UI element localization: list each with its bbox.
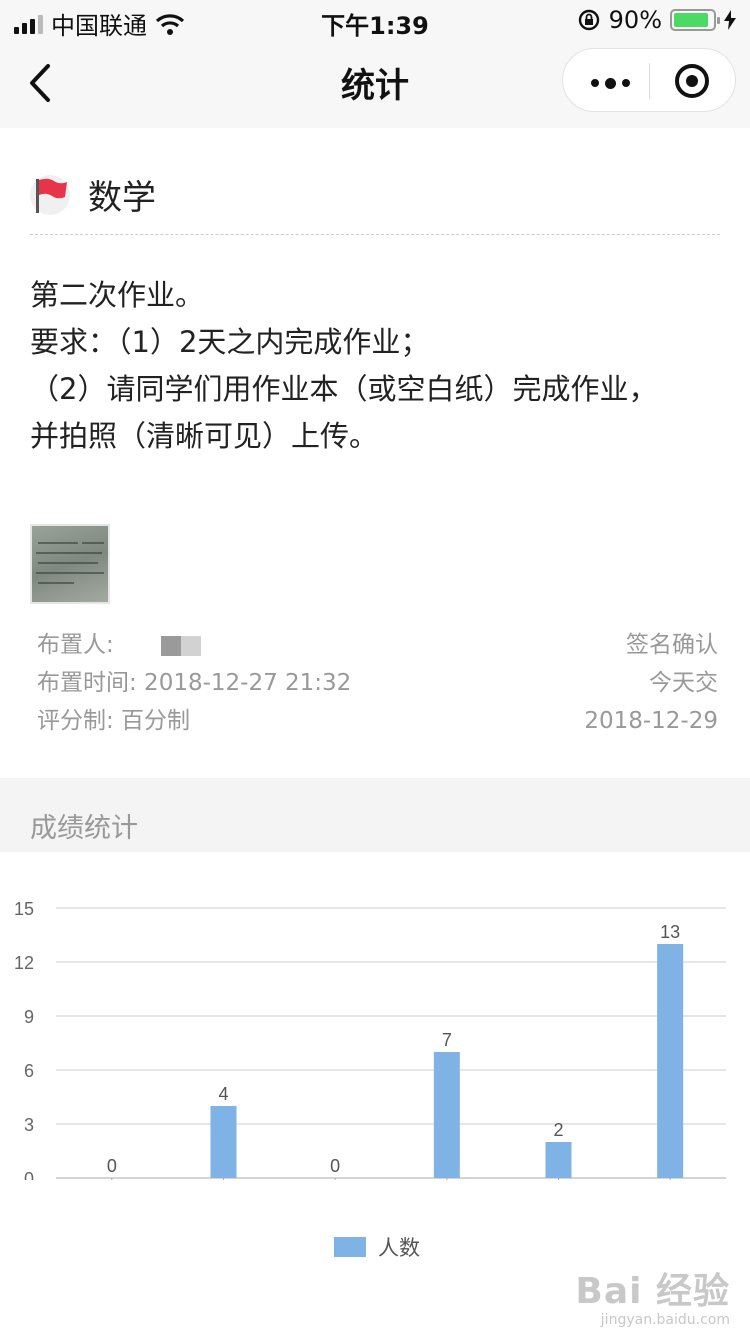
description-line: 并拍照（清晰可见）上传。 (30, 419, 379, 453)
score-bar-chart: 03691215060以下460-69070-79780-89290-99131… (14, 899, 726, 1180)
navigation-bar: 统计 (0, 40, 750, 128)
data-label: 4 (218, 1084, 228, 1104)
charging-bolt-icon (724, 10, 736, 30)
assign-time: 布置时间: 2018-12-27 21:32 (37, 670, 352, 696)
y-tick-label: 0 (24, 1169, 34, 1180)
watermark: Bai 经验 jingyan.baidu.com (575, 1262, 730, 1328)
battery-percent: 90% (608, 6, 662, 34)
chart-legend[interactable]: 人数 (334, 1232, 420, 1262)
divider (30, 234, 720, 235)
assignment-meta: 布置人: 签名确认 布置时间: 2018-12-27 21:32 今天交 评分制… (37, 626, 718, 740)
assignment-description: 第二次作业。 要求：（1）2天之内完成作业； （2）请同学们用作业本（或空白纸）… (30, 272, 657, 460)
attachment-thumbnail[interactable] (30, 524, 110, 604)
y-tick-label: 3 (24, 1115, 34, 1135)
miniprogram-capsule (562, 48, 736, 112)
data-label: 7 (442, 1030, 452, 1050)
bar (545, 1142, 572, 1178)
watermark-logo: Bai 经验 (575, 1271, 730, 1312)
description-line: （2）请同学们用作业本（或空白纸）完成作业， (30, 372, 658, 406)
capsule-divider (649, 63, 650, 99)
status-bar: 中国联通 下午1:39 90% (0, 0, 750, 40)
due-date: 2018-12-29 (584, 708, 718, 734)
y-tick-label: 15 (14, 899, 34, 919)
due-label: 今天交 (649, 670, 718, 696)
battery-icon (670, 9, 720, 31)
data-label: 2 (553, 1120, 563, 1140)
description-line: 要求：（1）2天之内完成作业； (30, 325, 430, 359)
flag-icon (30, 174, 70, 215)
orientation-lock-icon (578, 9, 599, 31)
legend-swatch (334, 1237, 366, 1257)
subject-header: 数学 (30, 170, 156, 219)
signature-confirm[interactable]: 签名确认 (626, 626, 718, 664)
y-tick-label: 6 (24, 1061, 34, 1081)
bar (210, 1106, 237, 1178)
assigner-label: 布置人: (37, 632, 114, 658)
grading-system: 评分制: 百分制 (37, 708, 191, 734)
bar (433, 1052, 460, 1178)
assigner: 布置人: (37, 626, 202, 664)
data-label: 0 (330, 1156, 340, 1176)
y-tick-label: 12 (14, 953, 34, 973)
more-options-button[interactable] (591, 78, 630, 89)
watermark-url: jingyan.baidu.com (600, 1312, 730, 1328)
y-tick-label: 9 (24, 1007, 34, 1027)
data-label: 0 (107, 1156, 117, 1176)
legend-label: 人数 (378, 1236, 420, 1260)
subject-name: 数学 (88, 178, 156, 218)
description-line: 第二次作业。 (30, 278, 205, 312)
data-label: 13 (660, 922, 680, 942)
assigner-avatar-blurred (161, 635, 202, 656)
status-right: 90% (577, 6, 736, 34)
section-title: 成绩统计 (30, 813, 138, 844)
bar (657, 944, 684, 1178)
close-miniprogram-button[interactable] (675, 64, 709, 98)
